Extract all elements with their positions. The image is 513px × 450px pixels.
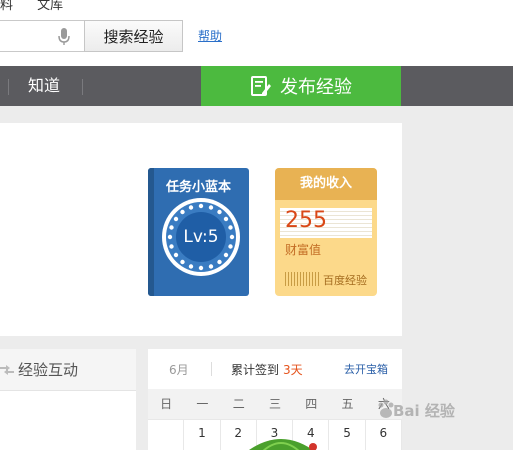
- calendar-day[interactable]: 1: [184, 420, 221, 450]
- weekday: 三: [268, 397, 281, 411]
- edit-icon: [251, 76, 271, 96]
- umbrella-icon: [249, 439, 317, 450]
- income-brand: 百度经验: [323, 274, 367, 287]
- top-links: 料 文库: [0, 0, 83, 13]
- interaction-icon: [0, 364, 14, 375]
- nav-separator: [8, 79, 9, 95]
- watermark: Bai 经验: [393, 402, 455, 420]
- open-chest-link[interactable]: 去开宝箱: [344, 361, 388, 377]
- calendar-day[interactable]: 6: [366, 420, 402, 450]
- income-title: 我的收入: [275, 168, 377, 200]
- checkin-streak: 累计签到 3天: [231, 361, 303, 378]
- publish-experience-button[interactable]: 发布经验: [201, 66, 401, 106]
- level-value: Lv:5: [183, 227, 219, 247]
- help-link[interactable]: 帮助: [198, 27, 222, 44]
- income-box[interactable]: 我的收入 255 财富值 百度经验: [275, 168, 377, 296]
- interaction-label: 经验互动: [18, 361, 79, 379]
- weekday: 四: [305, 397, 318, 411]
- weekday: 日: [160, 397, 173, 411]
- task-book-title: 任务小蓝本: [165, 180, 231, 195]
- top-link-library[interactable]: 文库: [37, 0, 63, 13]
- top-link-encyclopedia[interactable]: 料: [0, 0, 13, 13]
- calendar-day[interactable]: 5: [329, 420, 366, 450]
- barcode-icon: [285, 272, 321, 286]
- checkin-calendar: 6月 累计签到 3天 去开宝箱 日 一 二 三 四 五 六 1 2 3 4 5 6: [148, 349, 402, 450]
- interaction-panel: 经验互动: [0, 349, 136, 450]
- interaction-header[interactable]: 经验互动: [0, 349, 136, 391]
- calendar-header: 6月 累计签到 3天 去开宝箱: [148, 349, 402, 387]
- wealth-value: 255: [285, 208, 327, 233]
- streak-days: 3天: [283, 363, 303, 377]
- weekday: 五: [341, 397, 354, 411]
- search-button[interactable]: 搜索经验: [84, 20, 183, 52]
- calendar-separator: [211, 362, 212, 376]
- weekday: 二: [232, 397, 245, 411]
- calendar-weekdays: 日 一 二 三 四 五 六: [148, 389, 402, 419]
- top-bar: 料 文库 搜索经验 帮助: [0, 0, 513, 66]
- weekday: 一: [196, 397, 209, 411]
- calendar-day[interactable]: [148, 420, 185, 450]
- nav-separator: [82, 79, 83, 95]
- user-card: 任务小蓝本 Lv:5 我的收入 255 财富值 百度经验: [0, 123, 402, 336]
- streak-label: 累计签到: [231, 363, 280, 377]
- publish-label: 发布经验: [280, 77, 352, 98]
- task-book[interactable]: 任务小蓝本 Lv:5: [148, 168, 249, 296]
- microphone-icon[interactable]: [56, 27, 72, 47]
- wealth-label: 财富值: [285, 243, 322, 257]
- calendar-month: 6月: [169, 363, 189, 377]
- nav-item-zhidao[interactable]: 知道: [28, 66, 60, 106]
